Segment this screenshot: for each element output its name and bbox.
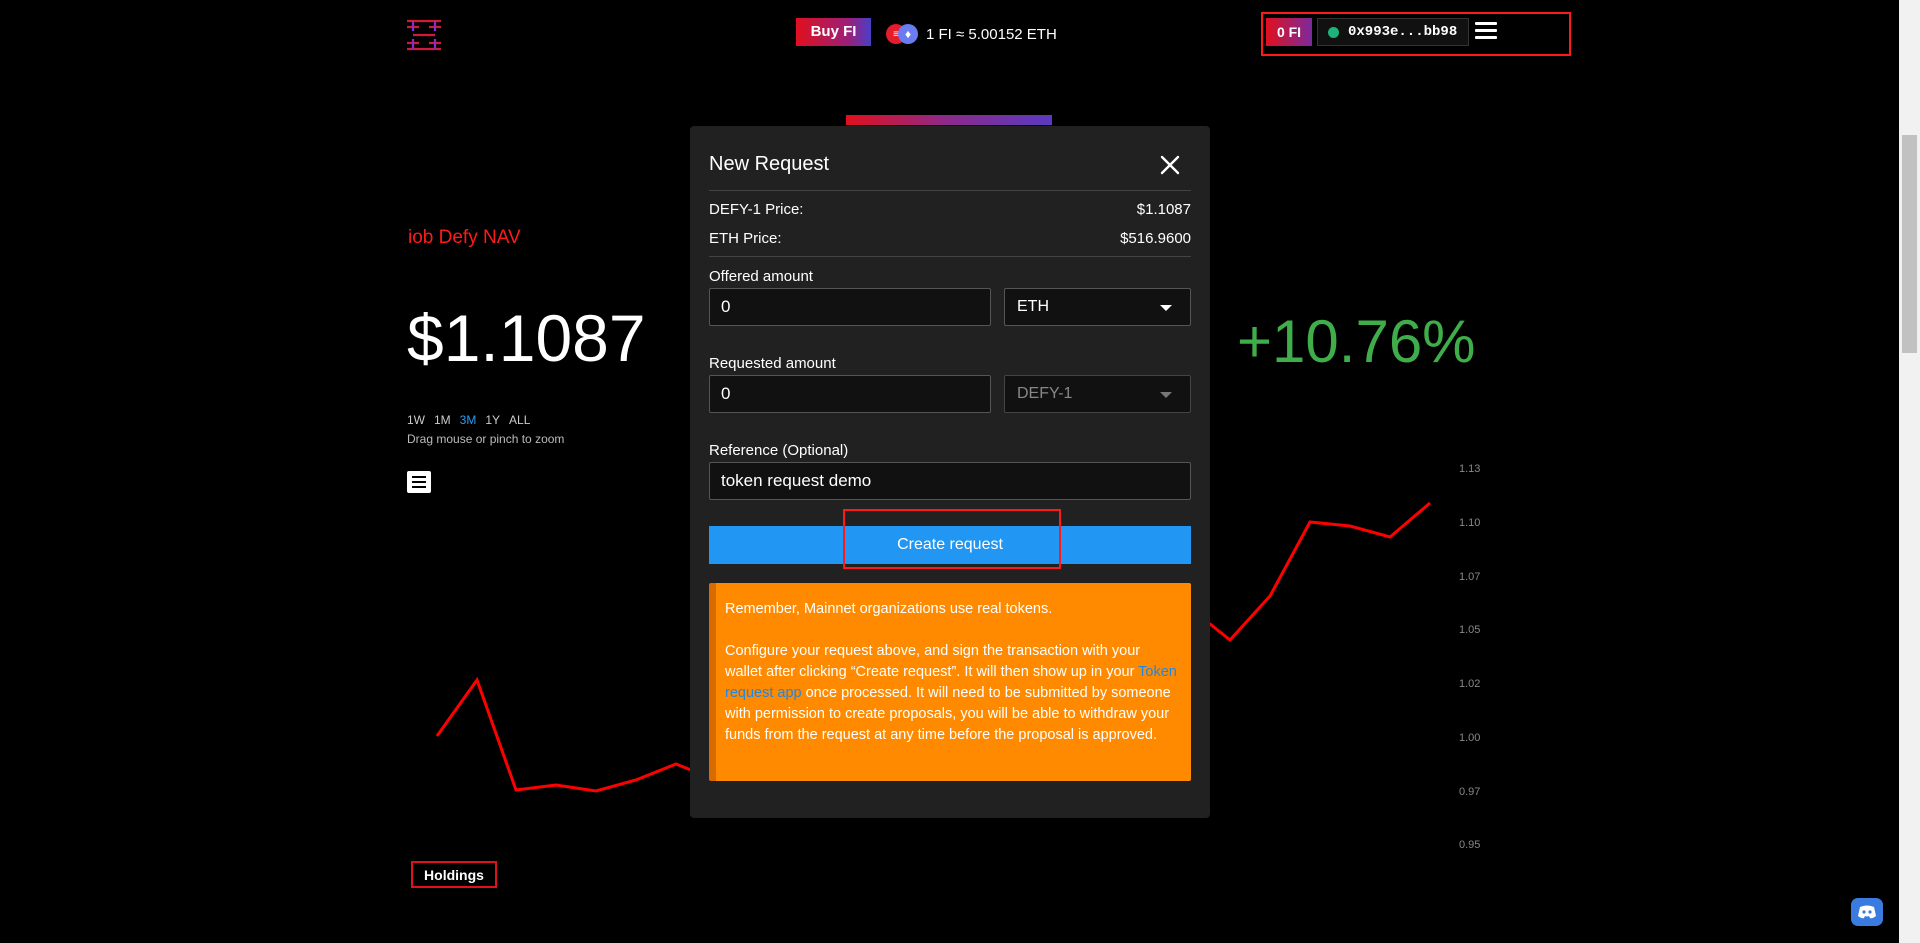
divider [709, 256, 1191, 257]
notice-text-part1: Configure your request above, and sign t… [725, 643, 1141, 680]
eth-price-label: ETH Price: [709, 230, 782, 247]
requested-token-select[interactable]: DEFY-1 [1004, 375, 1191, 413]
offered-token-value: ETH [1017, 298, 1049, 315]
reference-label: Reference (Optional) [709, 442, 849, 459]
defy-price-row: DEFY-1 Price: $1.1087 [709, 201, 1191, 218]
y-tick-label: 1.13 [1459, 463, 1480, 475]
requested-amount-label: Requested amount [709, 355, 836, 372]
requested-amount-input[interactable]: 0 [709, 375, 991, 413]
y-tick-label: 1.00 [1459, 732, 1480, 744]
mainnet-notice: Remember, Mainnet organizations use real… [709, 583, 1191, 781]
modal-title: New Request [709, 153, 830, 175]
notice-instructions: Configure your request above, and sign t… [725, 641, 1177, 746]
chevron-down-icon [1160, 305, 1172, 311]
y-tick-label: 0.97 [1459, 786, 1480, 798]
offered-amount-label: Offered amount [709, 268, 813, 285]
requested-token-value: DEFY-1 [1017, 385, 1073, 402]
divider [709, 190, 1191, 191]
holdings-button[interactable]: Holdings [411, 861, 497, 888]
defy-price-label: DEFY-1 Price: [709, 201, 804, 218]
y-tick-label: 1.05 [1459, 624, 1480, 636]
y-tick-label: 1.10 [1459, 517, 1480, 529]
close-icon[interactable] [1159, 154, 1181, 176]
eth-price-row: ETH Price: $516.9600 [709, 230, 1191, 247]
reference-input[interactable]: token request demo [709, 462, 1191, 500]
scrollbar-thumb[interactable] [1902, 135, 1917, 353]
create-button-highlight-box [843, 509, 1061, 569]
discord-icon[interactable] [1851, 898, 1883, 926]
offered-token-select[interactable]: ETH [1004, 288, 1191, 326]
y-tick-label: 0.95 [1459, 839, 1480, 851]
y-tick-label: 1.07 [1459, 571, 1480, 583]
y-tick-label: 1.02 [1459, 678, 1480, 690]
eth-price-value: $516.9600 [1120, 230, 1191, 247]
defy-price-value: $1.1087 [1136, 201, 1191, 218]
chevron-down-icon [1160, 392, 1172, 398]
new-request-modal: New Request DEFY-1 Price: $1.1087 ETH Pr… [690, 126, 1210, 818]
notice-warning: Remember, Mainnet organizations use real… [725, 601, 1053, 617]
offered-amount-input[interactable]: 0 [709, 288, 991, 326]
